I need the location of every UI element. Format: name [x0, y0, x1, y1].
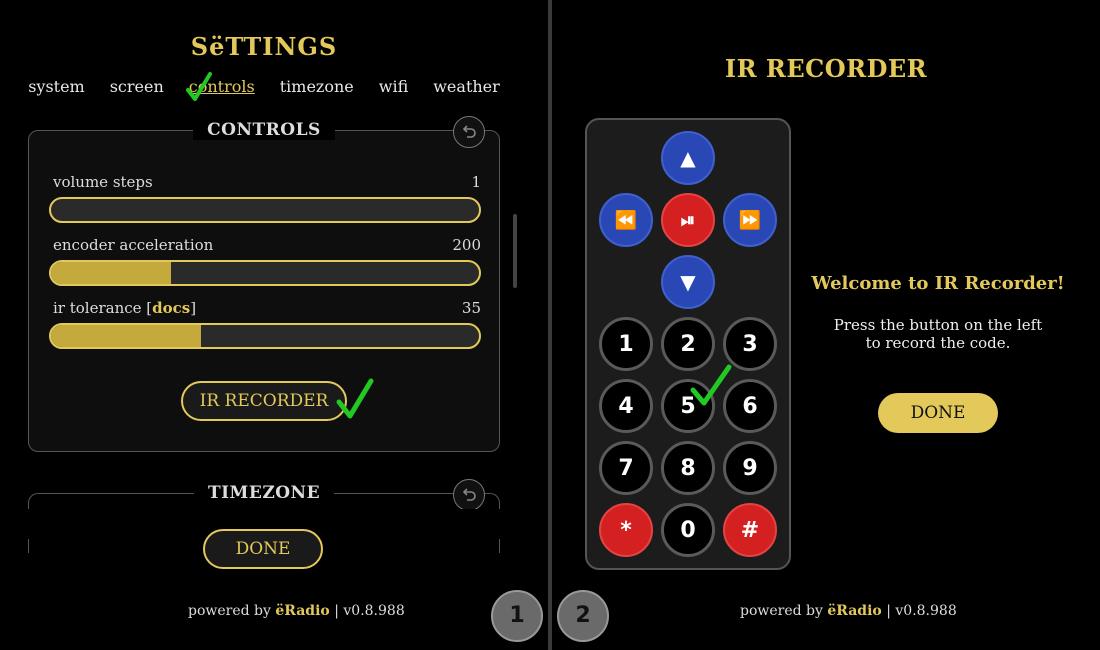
key-7[interactable]: 7 [599, 441, 653, 495]
footer: powered by ëRadio | v0.8.988 [188, 603, 405, 619]
instruction-text: Press the button on the left to record t… [796, 316, 1080, 352]
slider-label: encoder acceleration [53, 236, 214, 254]
page-2-button[interactable]: 2 [557, 590, 609, 642]
play-pause-icon: ⏯ [680, 209, 696, 231]
rewind-button[interactable]: ⏪ [599, 193, 653, 247]
key-0[interactable]: 0 [661, 503, 715, 557]
fast-forward-button[interactable]: ⏩ [723, 193, 777, 247]
scrollbar[interactable] [513, 214, 517, 288]
undo-icon [462, 488, 476, 501]
ir-recorder-title: IR RECORDER [724, 54, 928, 83]
encoder-acceleration-slider[interactable] [49, 260, 481, 286]
checkmark-icon [336, 378, 374, 419]
key-hash[interactable]: # [723, 503, 777, 557]
footer-prefix: powered by [188, 603, 276, 619]
settings-tabs: system screen controls timezone wifi wea… [0, 77, 528, 96]
timezone-reset-button[interactable] [453, 479, 485, 511]
tab-wifi[interactable]: wifi [379, 77, 408, 96]
undo-icon [462, 125, 476, 138]
footer: powered by ëRadio | v0.8.988 [740, 603, 957, 619]
label-prefix: ir tolerance [ [53, 299, 153, 317]
label-suffix: ] [190, 299, 197, 317]
settings-title: SëTTINGS [190, 32, 338, 61]
tab-screen[interactable]: screen [110, 77, 164, 96]
key-3[interactable]: 3 [723, 317, 777, 371]
checkmark-icon [186, 72, 212, 101]
welcome-heading: Welcome to IR Recorder! [811, 273, 1065, 294]
slider-value: 35 [461, 299, 481, 317]
slider-label: volume steps [53, 173, 153, 191]
instruction-line-1: Press the button on the left [833, 316, 1043, 334]
key-star[interactable]: * [599, 503, 653, 557]
arrow-down-icon: ▼ [680, 270, 696, 294]
slider-value: 200 [452, 236, 481, 254]
checkmark-icon [690, 364, 732, 406]
slider-label: ir tolerance [docs] [53, 299, 196, 317]
down-button[interactable]: ▼ [661, 255, 715, 309]
settings-panel: SëTTINGS system screen controls timezone… [0, 0, 548, 650]
slider-fill [51, 262, 171, 284]
tab-timezone[interactable]: timezone [280, 77, 354, 96]
key-4[interactable]: 4 [599, 379, 653, 433]
footer-version: | v0.8.988 [881, 603, 957, 619]
instruction-line-2: to record the code. [865, 334, 1011, 352]
timezone-legend: TIMEZONE [193, 483, 335, 503]
tab-system[interactable]: system [28, 77, 85, 96]
controls-legend: CONTROLS [193, 120, 335, 140]
rewind-icon: ⏪ [614, 209, 638, 231]
up-button[interactable]: ▲ [661, 131, 715, 185]
volume-steps-slider[interactable] [49, 197, 481, 223]
footer-version: | v0.8.988 [329, 603, 405, 619]
ir-tolerance-slider[interactable] [49, 323, 481, 349]
fast-forward-icon: ⏩ [738, 209, 762, 231]
slider-fill [51, 325, 201, 347]
play-pause-button[interactable]: ⏯ [661, 193, 715, 247]
ir-recorder-button[interactable]: IR RECORDER [181, 381, 347, 421]
docs-link[interactable]: docs [152, 299, 190, 317]
done-button[interactable]: DONE [203, 529, 323, 569]
key-1[interactable]: 1 [599, 317, 653, 371]
footer-prefix: powered by [740, 603, 828, 619]
key-8[interactable]: 8 [661, 441, 715, 495]
panel-divider [548, 0, 552, 650]
key-2[interactable]: 2 [661, 317, 715, 371]
controls-fieldset: CONTROLS volume steps 1 encoder accelera… [28, 116, 500, 452]
page-1-button[interactable]: 1 [491, 590, 543, 642]
slider-value: 1 [471, 173, 481, 191]
arrow-up-icon: ▲ [680, 146, 696, 170]
brand-link[interactable]: ëRadio [827, 603, 881, 619]
key-9[interactable]: 9 [723, 441, 777, 495]
tab-weather[interactable]: weather [433, 77, 500, 96]
ir-done-button[interactable]: DONE [878, 393, 998, 433]
brand-link[interactable]: ëRadio [275, 603, 329, 619]
controls-reset-button[interactable] [453, 116, 485, 148]
